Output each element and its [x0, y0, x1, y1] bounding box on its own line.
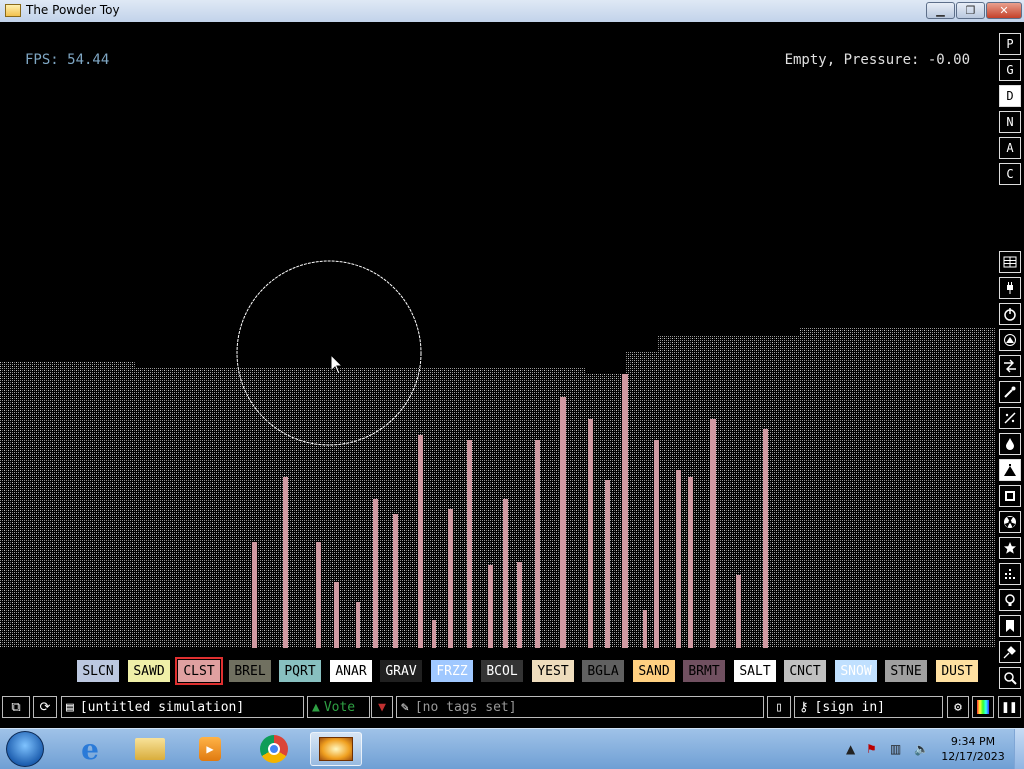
element-button-cnct[interactable]: CNCT	[784, 660, 826, 682]
element-button-anar[interactable]: ANAR	[330, 660, 372, 682]
display-mode-p[interactable]: P	[999, 33, 1021, 55]
bottom-bar: ⧉ ⟳ ▤ [untitled simulation] ▲ Vote ▼ ✎ […	[0, 694, 1024, 726]
explosives-icon[interactable]	[999, 381, 1021, 403]
powered-icon[interactable]	[999, 303, 1021, 325]
display-mode-a[interactable]: A	[999, 137, 1021, 159]
chrome-icon[interactable]	[248, 732, 300, 766]
sensors-icon[interactable]	[999, 329, 1021, 351]
key-icon: ⚷	[799, 699, 809, 715]
clock-date: 12/17/2023	[941, 750, 1005, 763]
element-button-salt[interactable]: SALT	[734, 660, 776, 682]
thumbs-up-icon: ▲	[312, 699, 320, 715]
decoration-icon[interactable]	[999, 641, 1021, 663]
element-button-sawd[interactable]: SAWD	[128, 660, 170, 682]
windows-start-icon[interactable]	[6, 731, 44, 767]
electronics-icon[interactable]	[999, 277, 1021, 299]
show-hidden-icons-icon[interactable]: ▲	[846, 742, 855, 756]
media-player-icon[interactable]: ▶	[184, 732, 236, 766]
windows-taskbar: e ▶ ▲ ⚑ ▥ 🔈 9:34 PM 12/17/2023	[0, 728, 1024, 769]
radioactive-icon[interactable]	[999, 511, 1021, 533]
minimize-button[interactable]: ▁	[926, 2, 955, 19]
action-center-icon[interactable]: ⚑	[866, 742, 877, 756]
window-title: The Powder Toy	[26, 3, 120, 17]
simulation-area[interactable]: FPS: 54.44 Empty, Pressure: -0.00 P G D …	[0, 22, 1024, 728]
network-icon[interactable]: ▥	[890, 742, 901, 756]
gases-icon[interactable]	[999, 407, 1021, 429]
tools-icon[interactable]	[999, 589, 1021, 611]
element-button-pqrt[interactable]: PQRT	[279, 660, 321, 682]
fps-counter: FPS: 54.44	[25, 52, 110, 68]
vote-label: Vote	[323, 699, 356, 715]
vote-up-button[interactable]: ▲ Vote	[307, 696, 370, 718]
tag-edit-icon: ✎	[401, 699, 409, 715]
save-title: [untitled simulation]	[79, 699, 245, 715]
element-button-brmt[interactable]: BRMT	[683, 660, 725, 682]
volume-muted-icon[interactable]: 🔈	[914, 742, 929, 756]
walls-icon[interactable]	[999, 251, 1021, 273]
powder-toy-icon[interactable]	[310, 732, 362, 766]
element-button-bgla[interactable]: BGLA	[582, 660, 624, 682]
solids-icon[interactable]	[999, 485, 1021, 507]
reload-icon[interactable]: ⟳	[33, 696, 57, 718]
open-save-icon[interactable]: ⧉	[2, 696, 30, 718]
force-icon[interactable]	[999, 355, 1021, 377]
element-button-brel[interactable]: BREL	[229, 660, 271, 682]
close-button[interactable]: ✕	[986, 2, 1022, 19]
show-desktop-button[interactable]	[1014, 729, 1024, 769]
element-button-frzz[interactable]: FRZZ	[431, 660, 473, 682]
display-mode-d[interactable]: D	[999, 85, 1021, 107]
vote-down-button[interactable]: ▼	[371, 696, 393, 718]
element-button-yest[interactable]: YEST	[532, 660, 574, 682]
element-button-grav[interactable]: GRAV	[380, 660, 422, 682]
special-icon[interactable]	[999, 537, 1021, 559]
tags-button[interactable]: ✎ [no tags set]	[396, 696, 764, 718]
element-button-sand[interactable]: SAND	[633, 660, 675, 682]
system-clock[interactable]: 9:34 PM 12/17/2023	[938, 734, 1008, 764]
element-button-stne[interactable]: STNE	[885, 660, 927, 682]
clock-time: 9:34 PM	[950, 735, 996, 748]
powder-toy-app-icon	[5, 4, 21, 17]
display-mode-g[interactable]: G	[999, 59, 1021, 81]
hover-status: Empty, Pressure: -0.00	[784, 52, 970, 68]
new-simulation-icon[interactable]: ▯	[767, 696, 791, 718]
element-button-dust[interactable]: DUST	[936, 660, 978, 682]
settings-icon[interactable]: ⚙	[947, 696, 969, 718]
window-title-bar: The Powder Toy ▁ ❐ ✕	[0, 0, 1024, 23]
display-mode-c[interactable]: C	[999, 163, 1021, 185]
maximize-button[interactable]: ❐	[956, 2, 985, 19]
save-icon: ▤	[66, 699, 74, 715]
element-button-snow[interactable]: SNOW	[835, 660, 877, 682]
liquids-icon[interactable]	[999, 433, 1021, 455]
save-title-button[interactable]: ▤ [untitled simulation]	[61, 696, 304, 718]
tags-label: [no tags set]	[414, 699, 517, 715]
game-of-life-icon[interactable]	[999, 563, 1021, 585]
element-button-bcol[interactable]: BCOL	[481, 660, 523, 682]
file-explorer-icon[interactable]	[124, 732, 176, 766]
simulation-canvas[interactable]	[0, 22, 1024, 728]
element-button-slcn[interactable]: SLCN	[77, 660, 119, 682]
search-icon[interactable]	[999, 667, 1021, 689]
powders-icon[interactable]	[999, 459, 1021, 481]
sign-in-label: [sign in]	[814, 699, 885, 715]
favorites-icon[interactable]	[999, 615, 1021, 637]
powder-pile	[0, 328, 996, 648]
renderer-options-icon[interactable]	[972, 696, 994, 718]
element-button-clst[interactable]: CLST	[175, 657, 223, 685]
internet-explorer-icon[interactable]: e	[64, 732, 116, 766]
sign-in-button[interactable]: ⚷ [sign in]	[794, 696, 943, 718]
display-mode-n[interactable]: N	[999, 111, 1021, 133]
pause-button[interactable]: ❚❚	[998, 696, 1021, 718]
